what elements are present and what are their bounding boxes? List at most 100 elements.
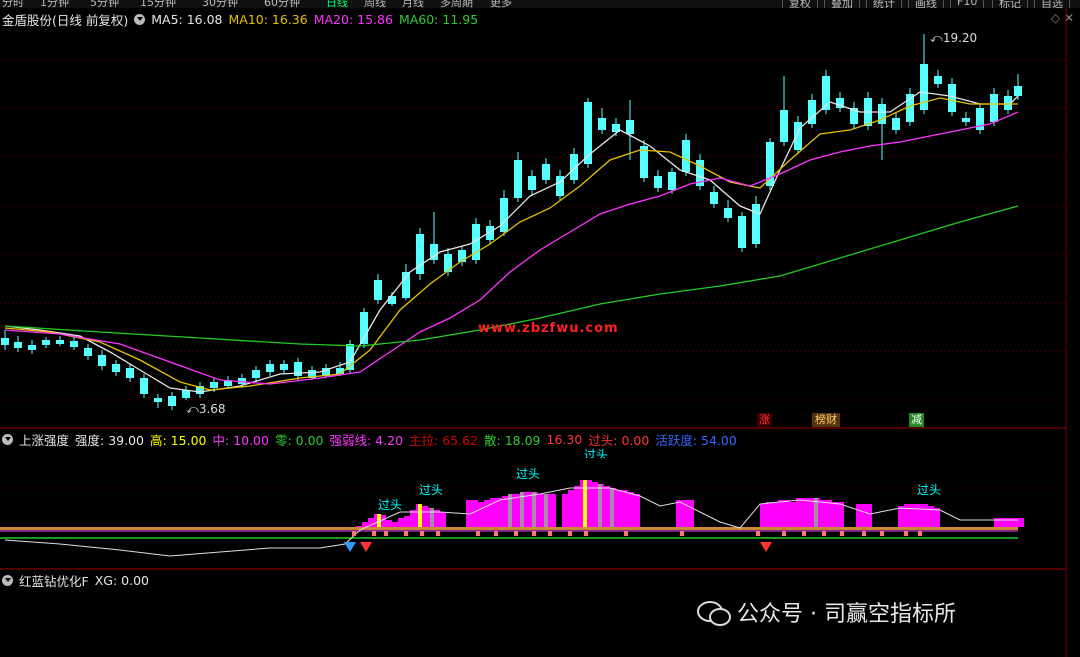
candle-body: [266, 364, 274, 372]
candle-body: [514, 160, 522, 198]
candle-body: [210, 382, 218, 388]
strength-bar: [1012, 518, 1018, 527]
strength-bar: [628, 492, 634, 527]
strength-bar: [784, 500, 790, 527]
badge-zhang[interactable]: 涨: [757, 413, 772, 427]
strength-bar: [688, 500, 694, 527]
candle-body: [56, 340, 64, 344]
wechat-watermark: 公众号 · 司赢空指标所: [697, 596, 956, 628]
annotation-guotou: 过头: [584, 448, 609, 458]
strength-bar: [1018, 518, 1024, 527]
signal-tick: [862, 531, 866, 536]
candle-body: [934, 76, 942, 84]
baseline-band: [0, 527, 1018, 530]
strength-bar: [832, 502, 838, 527]
candle-body: [374, 280, 382, 300]
ind-value: 主拉: 65.62: [409, 432, 479, 448]
candle-body: [1, 338, 9, 345]
candle-body: [14, 342, 22, 348]
signal-tick: [404, 531, 408, 536]
indicator1-title: 上涨强度: [19, 432, 70, 448]
candle-body: [878, 104, 886, 124]
candle-body: [168, 396, 176, 406]
candle-body: [182, 390, 190, 398]
strength-bar: [604, 486, 610, 527]
ind-value: 活跃度: 54.00: [655, 432, 737, 448]
strength-bar-grey: [814, 498, 818, 527]
badge-jian[interactable]: 减: [909, 413, 924, 427]
strength-bar: [634, 494, 640, 527]
strength-bar: [766, 502, 772, 527]
candle-body: [738, 216, 746, 248]
strength-bar-grey: [598, 484, 602, 527]
strength-bar: [916, 504, 922, 527]
ind-value: 高: 15.00: [150, 432, 207, 448]
high-price-label: ⤺19.20: [930, 31, 978, 45]
strength-bar: [922, 504, 928, 527]
red-diamond-icon: [360, 542, 372, 552]
strength-bar: [778, 500, 784, 527]
strength-bar: [1000, 518, 1006, 527]
candle-body: [752, 204, 760, 244]
strength-bar: [568, 490, 574, 527]
candle-body: [948, 84, 956, 112]
signal-tick: [372, 531, 376, 536]
signal-tick: [880, 531, 884, 536]
ind-value: 中: 10.00: [212, 432, 269, 448]
candle-body: [252, 370, 260, 378]
strength-bar-grey: [430, 508, 434, 527]
signal-tick: [476, 531, 480, 536]
strength-bar: [398, 518, 404, 527]
strength-bar: [574, 486, 580, 527]
signal-tick: [918, 531, 922, 536]
badge-bangcai[interactable]: 榜财: [812, 413, 840, 427]
strength-bar: [362, 522, 368, 527]
candle-body: [294, 362, 302, 376]
candle-body: [584, 102, 592, 164]
strength-bar: [994, 518, 1000, 527]
ind-value: 强弱线: 4.20: [329, 432, 404, 448]
candle-body: [598, 118, 606, 130]
strength-bar: [820, 500, 826, 527]
candle-body: [962, 118, 970, 122]
candle-body: [626, 120, 634, 134]
indicator2-legend: 红蓝钻优化F XG: 0.00: [2, 571, 155, 589]
candle-body: [780, 110, 788, 142]
candle-body: [416, 234, 424, 274]
candle-body: [402, 272, 410, 298]
strength-bar-grey: [544, 494, 548, 527]
candle-body: [710, 192, 718, 204]
signal-tick: [532, 531, 536, 536]
indicator2-title: 红蓝钻优化F: [19, 573, 89, 589]
candle-body: [154, 398, 162, 402]
signal-tick: [802, 531, 806, 536]
strength-bar: [478, 502, 484, 527]
candle-body: [892, 118, 900, 130]
candle-body: [126, 368, 134, 378]
strength-bar: [410, 510, 416, 527]
strength-bar: [802, 498, 808, 527]
wechat-text: 公众号 · 司赢空指标所: [737, 602, 956, 627]
candle-body: [140, 378, 148, 394]
low-price-label: ⤺3.68: [186, 402, 226, 416]
signal-tick: [782, 531, 786, 536]
signal-tick: [352, 531, 356, 536]
dropdown-icon[interactable]: [2, 574, 13, 586]
strength-bar: [622, 490, 628, 527]
strength-bar-grey: [532, 492, 536, 527]
strength-bar: [676, 500, 682, 527]
strength-bar: [550, 494, 556, 527]
candle-body: [280, 364, 288, 370]
candle-body: [360, 312, 368, 344]
ind-value: 16.30: [546, 431, 583, 447]
strength-bar: [1006, 518, 1012, 527]
candle-body: [654, 176, 662, 188]
dropdown-icon[interactable]: [2, 433, 13, 445]
signal-tick: [568, 531, 572, 536]
strength-bar: [434, 510, 440, 527]
strength-bar: [910, 504, 916, 527]
strength-bar: [422, 506, 428, 527]
strength-bar: [392, 522, 398, 527]
candle-body: [794, 122, 802, 150]
signal-tick: [548, 531, 552, 536]
